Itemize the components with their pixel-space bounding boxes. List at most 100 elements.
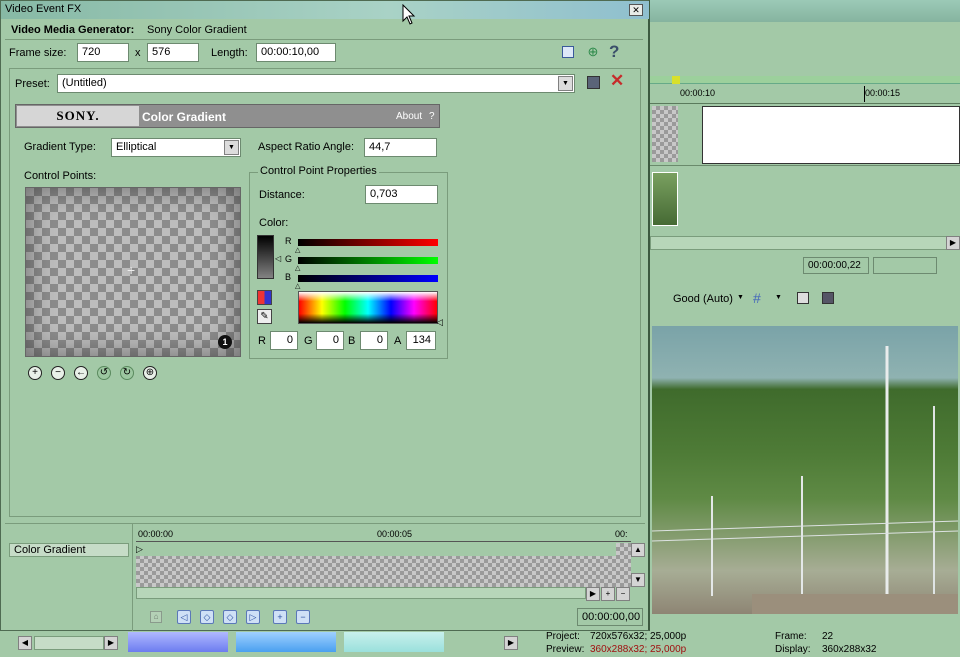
keyframe-hscroll[interactable] bbox=[136, 587, 586, 599]
scroll-right-button[interactable]: ▶ bbox=[946, 236, 960, 250]
chevron-down-icon[interactable]: ▼ bbox=[224, 140, 239, 155]
keyframe-marker[interactable]: ▷ bbox=[136, 544, 143, 555]
dialog-title: Video Event FX bbox=[5, 3, 82, 15]
frame-height-input[interactable]: 576 bbox=[147, 43, 199, 62]
display-value: 360x288x32 bbox=[822, 644, 877, 655]
scroll-down-button[interactable]: ▼ bbox=[631, 573, 645, 587]
frame-value: 22 bbox=[822, 631, 834, 642]
building-roof bbox=[752, 594, 958, 614]
color-spectrum[interactable] bbox=[298, 291, 438, 324]
gradient-type-dropdown[interactable]: Elliptical bbox=[111, 138, 241, 157]
previous-point-icon[interactable]: ← bbox=[74, 366, 88, 380]
chevron-down-icon[interactable]: ▼ bbox=[558, 76, 573, 91]
split-screen-icon[interactable] bbox=[562, 46, 574, 58]
help-link[interactable]: ? bbox=[429, 111, 435, 122]
scroll-right-button[interactable]: ▶ bbox=[586, 587, 600, 601]
track-thumbnail-2 bbox=[652, 172, 678, 226]
scroll-right-button[interactable]: ▶ bbox=[104, 636, 118, 650]
rotate-ccw-icon[interactable]: ↺ bbox=[97, 366, 111, 380]
thumb-strip-2 bbox=[236, 632, 336, 652]
frame-width-input[interactable]: 720 bbox=[77, 43, 129, 62]
bottom-scrollbar[interactable]: ◀ ▶ ▶ bbox=[0, 632, 530, 657]
timeline-hscroll[interactable] bbox=[650, 236, 950, 250]
alpha-value-input[interactable]: 134 bbox=[406, 331, 436, 350]
swatch-pointer: ◁ bbox=[275, 254, 282, 263]
dialog-titlebar[interactable]: Video Event FX ✕ bbox=[1, 1, 649, 19]
distance-input[interactable]: 0,703 bbox=[365, 185, 438, 204]
delete-preset-icon[interactable]: ✕ bbox=[610, 71, 624, 91]
project-value: 720x576x32; 25,000p bbox=[590, 631, 687, 642]
track-thumbnail bbox=[652, 106, 678, 162]
plugin-name: Sony Color Gradient bbox=[147, 24, 247, 36]
blue-value-input[interactable]: 0 bbox=[360, 331, 388, 350]
plugin-title: Color Gradient bbox=[142, 110, 227, 124]
add-keyframe-icon[interactable]: + bbox=[273, 610, 287, 624]
sony-logo: SONY. bbox=[17, 106, 139, 126]
green-slider[interactable] bbox=[298, 257, 438, 264]
time-display-2 bbox=[873, 257, 937, 274]
grid-icon[interactable]: # bbox=[753, 290, 761, 306]
status-panel: Project: 720x576x32; 25,000p Preview: 36… bbox=[546, 631, 877, 655]
last-keyframe-icon[interactable]: ▷ bbox=[246, 610, 260, 624]
save-preset-icon[interactable] bbox=[587, 76, 600, 89]
main-titlebar-strip bbox=[650, 0, 960, 22]
scroll-up-button[interactable]: ▲ bbox=[631, 543, 645, 557]
keyframe-track-bar bbox=[136, 543, 616, 556]
help-icon[interactable]: ? bbox=[609, 42, 619, 62]
crosshair-icon: + bbox=[127, 262, 136, 278]
next-keyframe-icon[interactable]: ◇ bbox=[223, 610, 237, 624]
first-keyframe-icon[interactable]: ◁ bbox=[177, 610, 191, 624]
video-event-fx-dialog: Video Event FX ✕ Video Media Generator: … bbox=[0, 0, 650, 631]
delete-keyframe-icon[interactable]: − bbox=[296, 610, 310, 624]
timeline-ruler: 00:00:10 00:00:15 bbox=[650, 86, 960, 104]
zoom-out-button[interactable]: − bbox=[616, 587, 630, 601]
plugin-prefix: Video Media Generator: bbox=[11, 24, 135, 36]
fx-chain-icon[interactable]: ⊕ bbox=[585, 45, 601, 59]
blue-slider[interactable] bbox=[298, 275, 438, 282]
eyedropper-icon[interactable]: ✎ bbox=[257, 309, 272, 324]
alpha-pointer: ◁ bbox=[436, 317, 443, 327]
timeline-loop-bar bbox=[650, 76, 960, 84]
color-picker-icon[interactable] bbox=[257, 290, 272, 305]
keyframe-area: Color Gradient 00:00:00 00:00:05 00: ▷ ▲… bbox=[5, 523, 645, 631]
preview-value: 360x288x32; 25,000p bbox=[590, 644, 687, 655]
cursor-time-display: 00:00:00,00 bbox=[577, 608, 643, 626]
about-link[interactable]: About bbox=[396, 111, 422, 122]
event-clip[interactable] bbox=[702, 106, 960, 164]
remove-point-icon[interactable]: − bbox=[51, 366, 65, 380]
control-point-canvas[interactable]: + 1 bbox=[25, 187, 241, 357]
time-display: 00:00:00,22 bbox=[803, 257, 869, 274]
ruler-time-15: 00:00:15 bbox=[865, 88, 901, 98]
control-point-properties: Control Point Properties Distance: 0,703… bbox=[249, 165, 448, 359]
thumb-strip-3 bbox=[344, 632, 444, 652]
control-point-marker[interactable]: 1 bbox=[218, 335, 232, 349]
chevron-down-icon: ▼ bbox=[737, 294, 744, 301]
green-value-input[interactable]: 0 bbox=[316, 331, 344, 350]
timeline-track-2 bbox=[650, 166, 960, 232]
length-input[interactable]: 00:00:10,00 bbox=[256, 43, 336, 62]
close-icon[interactable]: ✕ bbox=[629, 4, 643, 16]
zoom-in-button[interactable]: + bbox=[601, 587, 615, 601]
red-value-input[interactable]: 0 bbox=[270, 331, 298, 350]
aspect-ratio-input[interactable]: 44,7 bbox=[364, 138, 437, 157]
copy-snapshot-icon[interactable] bbox=[797, 292, 809, 304]
save-snapshot-icon[interactable] bbox=[822, 292, 834, 304]
track-item-color-gradient[interactable]: Color Gradient bbox=[9, 543, 129, 557]
sony-header: SONY. Color Gradient About ? bbox=[15, 104, 440, 128]
prev-keyframe-icon[interactable]: ◇ bbox=[200, 610, 214, 624]
preview-toolbar: Good (Auto) ▼ # ▼ bbox=[650, 289, 960, 309]
chevron-down-icon: ▼ bbox=[775, 294, 782, 301]
color-swatch[interactable] bbox=[257, 235, 274, 279]
add-point-icon[interactable]: + bbox=[28, 366, 42, 380]
scroll-left-button[interactable]: ◀ bbox=[18, 636, 32, 650]
keyframe-ruler: 00:00:00 00:00:05 00: bbox=[136, 524, 631, 542]
scroll-right-button-2[interactable]: ▶ bbox=[504, 636, 518, 650]
red-slider[interactable] bbox=[298, 239, 438, 246]
rotate-cw-icon[interactable]: ↻ bbox=[120, 366, 134, 380]
lock-icon[interactable]: ⌂ bbox=[150, 611, 162, 623]
preset-dropdown[interactable]: (Untitled) bbox=[57, 74, 575, 93]
video-preview bbox=[652, 326, 958, 614]
timeline-track-1 bbox=[650, 104, 960, 166]
reset-icon[interactable]: ⊕ bbox=[143, 366, 157, 380]
quality-dropdown[interactable]: Good (Auto) bbox=[673, 293, 733, 305]
